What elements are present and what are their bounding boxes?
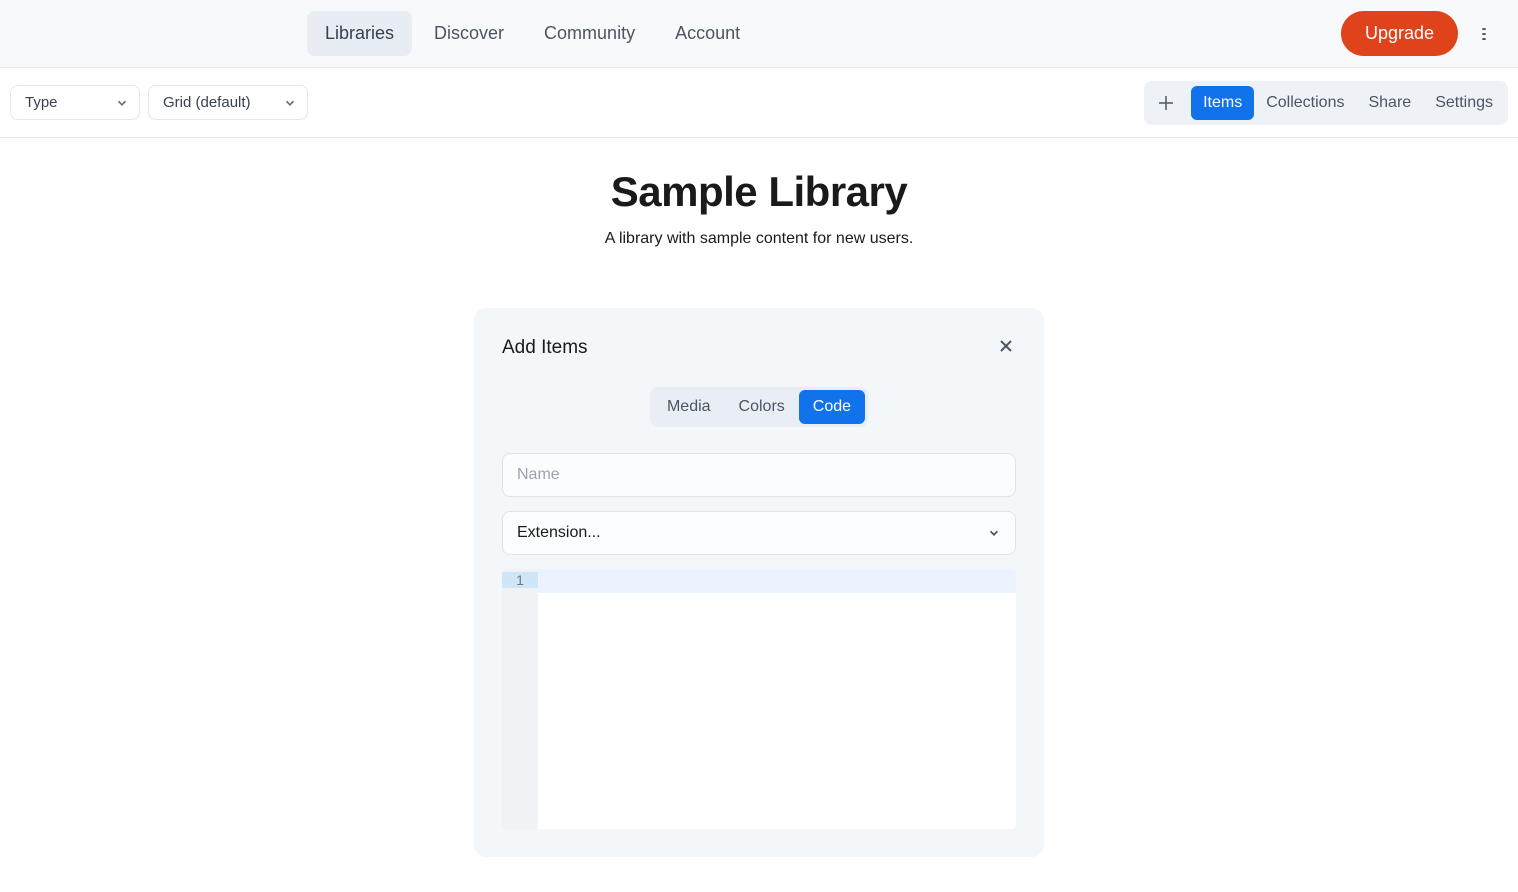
more-menu-button[interactable] bbox=[1470, 20, 1498, 48]
nav-tab-discover[interactable]: Discover bbox=[416, 11, 522, 56]
code-current-line bbox=[538, 569, 1016, 593]
add-items-panel: Add Items Media Colors Code Extension...… bbox=[474, 308, 1044, 857]
tab-code[interactable]: Code bbox=[799, 390, 865, 424]
tab-collections[interactable]: Collections bbox=[1254, 86, 1356, 120]
page-title: Sample Library bbox=[611, 168, 907, 216]
code-editor: 1 bbox=[502, 569, 1016, 829]
code-textarea[interactable] bbox=[538, 569, 1016, 829]
dot-icon bbox=[1482, 28, 1486, 30]
view-filter-dropdown[interactable]: Grid (default) bbox=[148, 85, 308, 120]
chevron-down-icon bbox=[115, 96, 129, 110]
close-button[interactable] bbox=[996, 336, 1016, 359]
tab-settings[interactable]: Settings bbox=[1423, 86, 1505, 120]
chevron-down-icon bbox=[987, 526, 1001, 540]
toolbar: Type Grid (default) Items Collections Sh… bbox=[0, 68, 1518, 138]
add-button[interactable] bbox=[1147, 84, 1185, 122]
nav-tab-account[interactable]: Account bbox=[657, 11, 758, 56]
tab-media[interactable]: Media bbox=[653, 390, 725, 424]
chevron-down-icon bbox=[283, 96, 297, 110]
main-content: Sample Library A library with sample con… bbox=[0, 138, 1518, 887]
nav-tab-community[interactable]: Community bbox=[526, 11, 653, 56]
tab-colors[interactable]: Colors bbox=[725, 390, 799, 424]
top-nav: Libraries Discover Community Account Upg… bbox=[0, 0, 1518, 68]
view-filter-label: Grid (default) bbox=[163, 94, 251, 111]
tab-items[interactable]: Items bbox=[1191, 86, 1254, 120]
item-type-tabs: Media Colors Code bbox=[502, 387, 1016, 427]
page-subtitle: A library with sample content for new us… bbox=[605, 230, 914, 248]
extension-select[interactable]: Extension... bbox=[502, 511, 1016, 555]
nav-right-group: Upgrade bbox=[1341, 11, 1498, 56]
type-filter-label: Type bbox=[25, 94, 58, 111]
dot-icon bbox=[1482, 38, 1486, 40]
extension-select-label: Extension... bbox=[517, 524, 601, 542]
dot-icon bbox=[1482, 33, 1486, 35]
upgrade-button[interactable]: Upgrade bbox=[1341, 11, 1458, 56]
panel-title: Add Items bbox=[502, 337, 588, 359]
plus-icon bbox=[1156, 93, 1176, 113]
panel-header: Add Items bbox=[502, 336, 1016, 359]
line-number: 1 bbox=[502, 572, 538, 588]
toolbar-left: Type Grid (default) bbox=[10, 85, 308, 120]
nav-tab-libraries[interactable]: Libraries bbox=[307, 11, 412, 56]
type-filter-dropdown[interactable]: Type bbox=[10, 85, 140, 120]
tab-share[interactable]: Share bbox=[1356, 86, 1423, 120]
nav-tabs-group: Libraries Discover Community Account bbox=[307, 11, 758, 56]
toolbar-right: Items Collections Share Settings bbox=[1144, 81, 1508, 125]
code-gutter: 1 bbox=[502, 569, 538, 829]
item-type-tab-group: Media Colors Code bbox=[650, 387, 868, 427]
name-input[interactable] bbox=[502, 453, 1016, 497]
close-icon bbox=[998, 338, 1014, 354]
